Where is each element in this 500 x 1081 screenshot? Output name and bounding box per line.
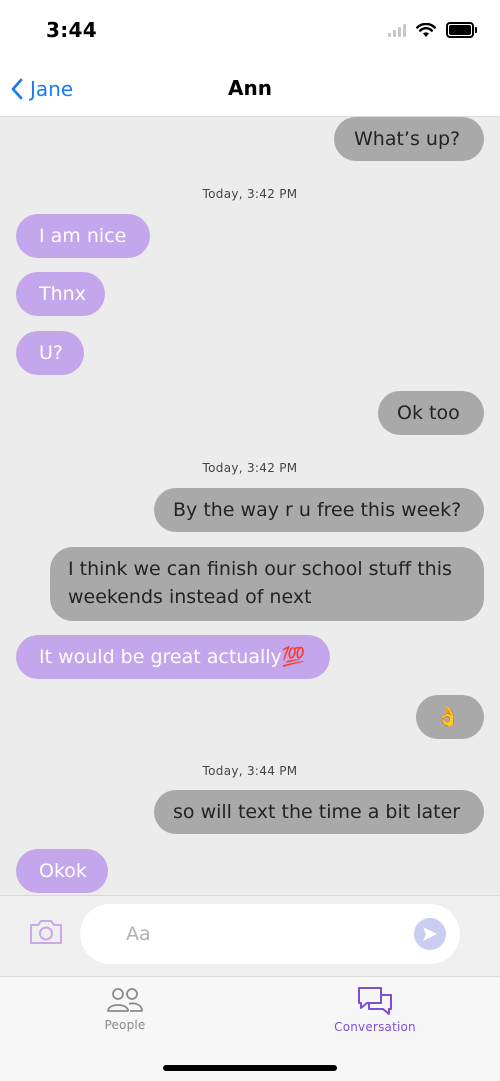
message-incoming[interactable]: It would be great actually💯 (16, 635, 330, 679)
conversation-title: Ann (228, 76, 272, 100)
tab-conversation[interactable]: Conversation (295, 985, 455, 1045)
signal-icon (388, 23, 406, 37)
camera-button[interactable] (28, 918, 68, 950)
camera-icon (30, 920, 62, 944)
tab-people-label: People (104, 1018, 146, 1032)
timestamp: Today, 3:42 PM (202, 187, 298, 201)
message-outgoing[interactable]: I think we can finish our school stuff t… (50, 547, 484, 621)
message-incoming[interactable]: Okok (16, 849, 108, 893)
tab-conversation-label: Conversation (334, 1020, 416, 1034)
people-icon (107, 988, 143, 1012)
message-outgoing[interactable]: What’s up? (334, 117, 484, 161)
chat-area[interactable]: What’s up? Today, 3:42 PM I am nice Thnx… (0, 117, 500, 895)
message-incoming[interactable]: Thnx (16, 272, 105, 316)
message-outgoing[interactable]: 👌 (416, 695, 484, 739)
message-input[interactable] (80, 904, 460, 964)
message-outgoing[interactable]: By the way r u free this week? (154, 488, 484, 532)
status-time: 3:44 (46, 18, 97, 42)
message-outgoing[interactable]: so will text the time a bit later (154, 790, 484, 834)
navigation-bar: Jane Ann (0, 62, 500, 117)
message-incoming[interactable]: U? (16, 331, 84, 375)
message-incoming[interactable]: I am nice (16, 214, 150, 258)
send-icon (423, 927, 437, 941)
send-button[interactable] (414, 918, 446, 950)
timestamp: Today, 3:42 PM (202, 461, 298, 475)
status-icons (388, 22, 477, 38)
tab-bar: People Conversation (0, 976, 500, 1081)
message-composer (0, 895, 500, 976)
timestamp: Today, 3:44 PM (202, 764, 298, 778)
tab-people[interactable]: People (45, 985, 205, 1045)
battery-icon (446, 22, 477, 38)
home-indicator (163, 1065, 337, 1071)
message-outgoing[interactable]: Ok too (378, 391, 484, 435)
chat-bubbles-icon (358, 987, 392, 1015)
wifi-icon (416, 22, 436, 37)
status-bar: 3:44 (0, 0, 500, 62)
